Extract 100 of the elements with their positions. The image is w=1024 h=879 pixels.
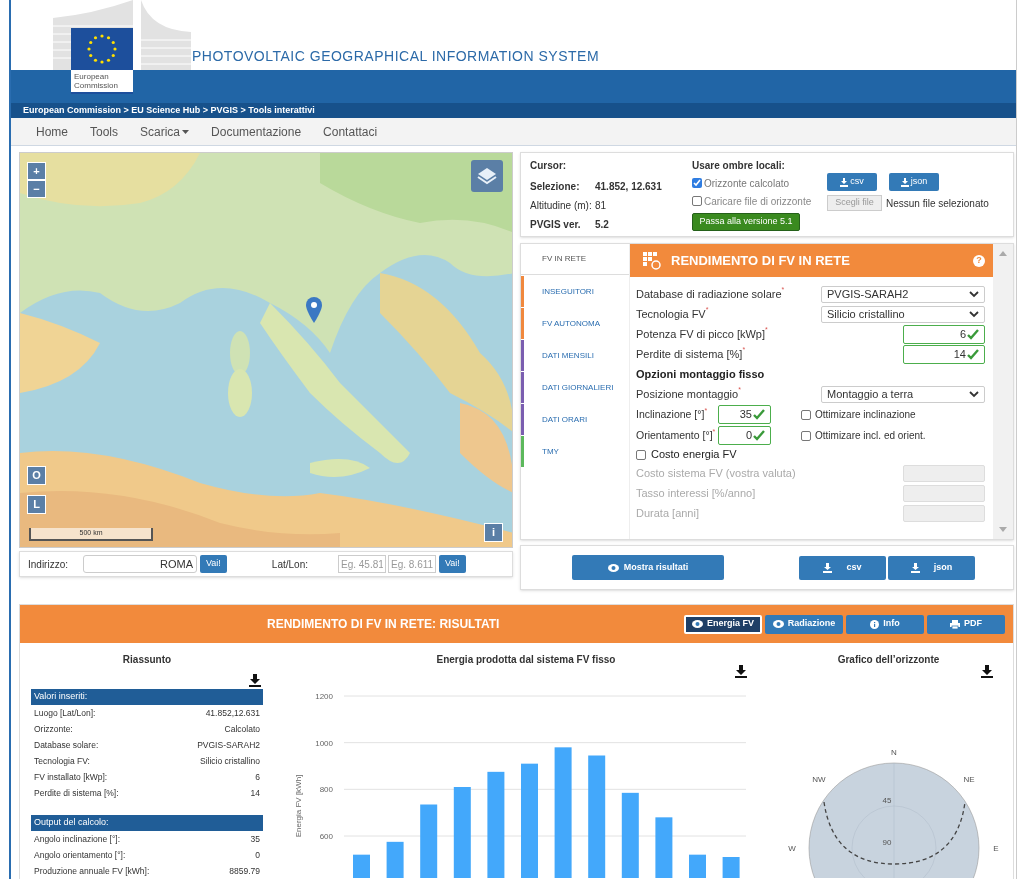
nav-link[interactable]: Scarica [130,122,200,141]
layers-button[interactable] [471,160,503,192]
table-cell: Luogo [Lat/Lon]: [34,706,96,720]
input-field[interactable]: 0 [718,426,771,445]
field-label: Durata [anni] [636,505,699,521]
layers-icon [476,165,498,187]
download-icon[interactable] [735,665,747,678]
option-label: Caricare file di orizzonte [704,194,812,209]
table-cell: 14 [250,786,260,800]
input-field[interactable]: 35 [718,405,771,424]
download-icon [840,177,849,187]
download-icon[interactable] [249,674,261,687]
dropdown[interactable]: Silicio cristallino [821,305,985,323]
download-icon [900,177,909,187]
table-cell: PVGIS-SARAH2 [197,738,260,752]
option-label: Ottimizare incl. ed orient. [815,429,926,443]
go-button[interactable]: Vai! [200,555,227,573]
field-label: Tasso interessi [%/anno] [636,485,756,501]
table-cell: 0 [255,848,260,862]
axis-label: 90 [882,838,892,847]
field-label: Orientamento [°] [636,427,713,443]
show-results-button[interactable]: Mostra risultati [572,555,724,580]
printer-icon [950,619,960,629]
table-cell: Angolo orientamento [°]: [34,848,126,862]
check-icon [753,409,765,420]
input-field[interactable]: 6 [903,324,985,344]
caret-icon [182,129,190,134]
go-button[interactable]: Vai! [439,555,466,573]
table-header: Output del calcolo: [31,815,263,831]
nav-link[interactable]: Contattaci [313,122,388,141]
zoom-in-button[interactable]: + [27,162,46,180]
table-cell: 8859.79 [229,864,260,878]
axis-label: Energia FV [kWh] [294,774,303,838]
eye-icon [772,620,784,628]
dropdown[interactable]: PVGIS-SARAH2 [821,285,985,303]
download-button[interactable]: json [889,173,939,191]
axis-tick: 800 [319,785,333,795]
nav-link[interactable]: Home [26,122,78,141]
nav-link[interactable]: Tools [80,122,129,141]
input-field[interactable]: 14 [903,344,985,364]
map-info-button[interactable]: i [484,523,503,542]
breadcrumb: European Commission > EU Science Hub > PVGIS > Tools interattivi [23,103,315,117]
table-cell: Tecnologia FV: [34,754,90,768]
download-icon[interactable] [981,665,993,678]
download-icon [823,562,833,573]
download-button[interactable]: csv [799,555,886,580]
latlon-label: Lat/Lon: [271,557,308,572]
dropdown[interactable]: Montaggio a terra [821,385,985,403]
table-cell: 35 [250,832,260,846]
checkbox[interactable] [692,196,702,206]
longitude-field[interactable]: Eg. 8.611 [388,555,436,573]
bar [386,841,404,878]
download-button[interactable]: csv [827,173,877,191]
field-label: Costo sistema FV (vostra valuta) [636,465,796,481]
field-label: Posizione montaggio [636,386,739,402]
version-button[interactable]: Passa alla versione 5.1 [692,213,800,231]
option-label: Ottimizare inclinazione [815,408,916,422]
table-cell: 41.852,12.631 [205,706,260,720]
axis-label: N [891,748,897,757]
axis-label: NE [963,775,975,784]
eye-icon [607,563,619,572]
zoom-out-button[interactable]: − [27,180,46,198]
checkbox[interactable] [636,449,646,460]
checkbox[interactable] [801,430,811,441]
address-field[interactable]: ROMA [83,555,197,573]
field-label: Tecnologia FV [636,306,706,322]
table-cell: Produzione annuale FV [kWh]: [34,864,150,878]
file-status: Nessun file selezionato [886,196,989,211]
map-o-button[interactable]: O [27,466,46,485]
field-label: Potenza FV di picco [kWp] [636,326,765,342]
eu-flag-icon [71,28,133,70]
view-button[interactable]: Radiazione [765,614,843,634]
map-l-button[interactable]: L [27,495,46,514]
table-cell: Perdite di sistema [%]: [34,786,119,800]
view-button[interactable]: PDF [927,614,1005,634]
map-marker-icon [306,297,322,323]
latitude-field[interactable]: Eg. 45.81 [338,555,386,573]
form-title: RENDIMENTO DI FV IN RETE [671,251,850,270]
option-label: Orizzonte calcolato [704,176,790,191]
axis-label: 45 [882,796,892,805]
results-title: RENDIMENTO DI FV IN RETE: RISULTATI [267,616,500,633]
view-button[interactable]: Energia FV [684,614,762,634]
bar [722,857,740,878]
side-tab[interactable]: FV IN RETE [521,244,629,275]
axis-tick: 1200 [315,692,333,701]
nav-link[interactable]: Documentazione [201,122,312,141]
bar [655,817,673,878]
check-icon [967,348,979,360]
section-heading: Opzioni montaggio fisso [636,366,765,382]
chevron-icon [969,290,979,298]
checkbox[interactable] [801,409,811,420]
table-header: Valori inseriti: [31,689,263,705]
chart-title: Energia prodotta dal sistema FV fisso [435,653,617,666]
info-value: 41.852, 12.631 [595,180,662,194]
view-button[interactable]: Info [846,614,924,634]
info-label: Selezione: [530,180,581,194]
solar-panel-icon [643,251,661,270]
download-icon [910,562,920,573]
checkbox-label: Costo energia FV [651,447,737,463]
download-button[interactable]: json [888,555,975,580]
